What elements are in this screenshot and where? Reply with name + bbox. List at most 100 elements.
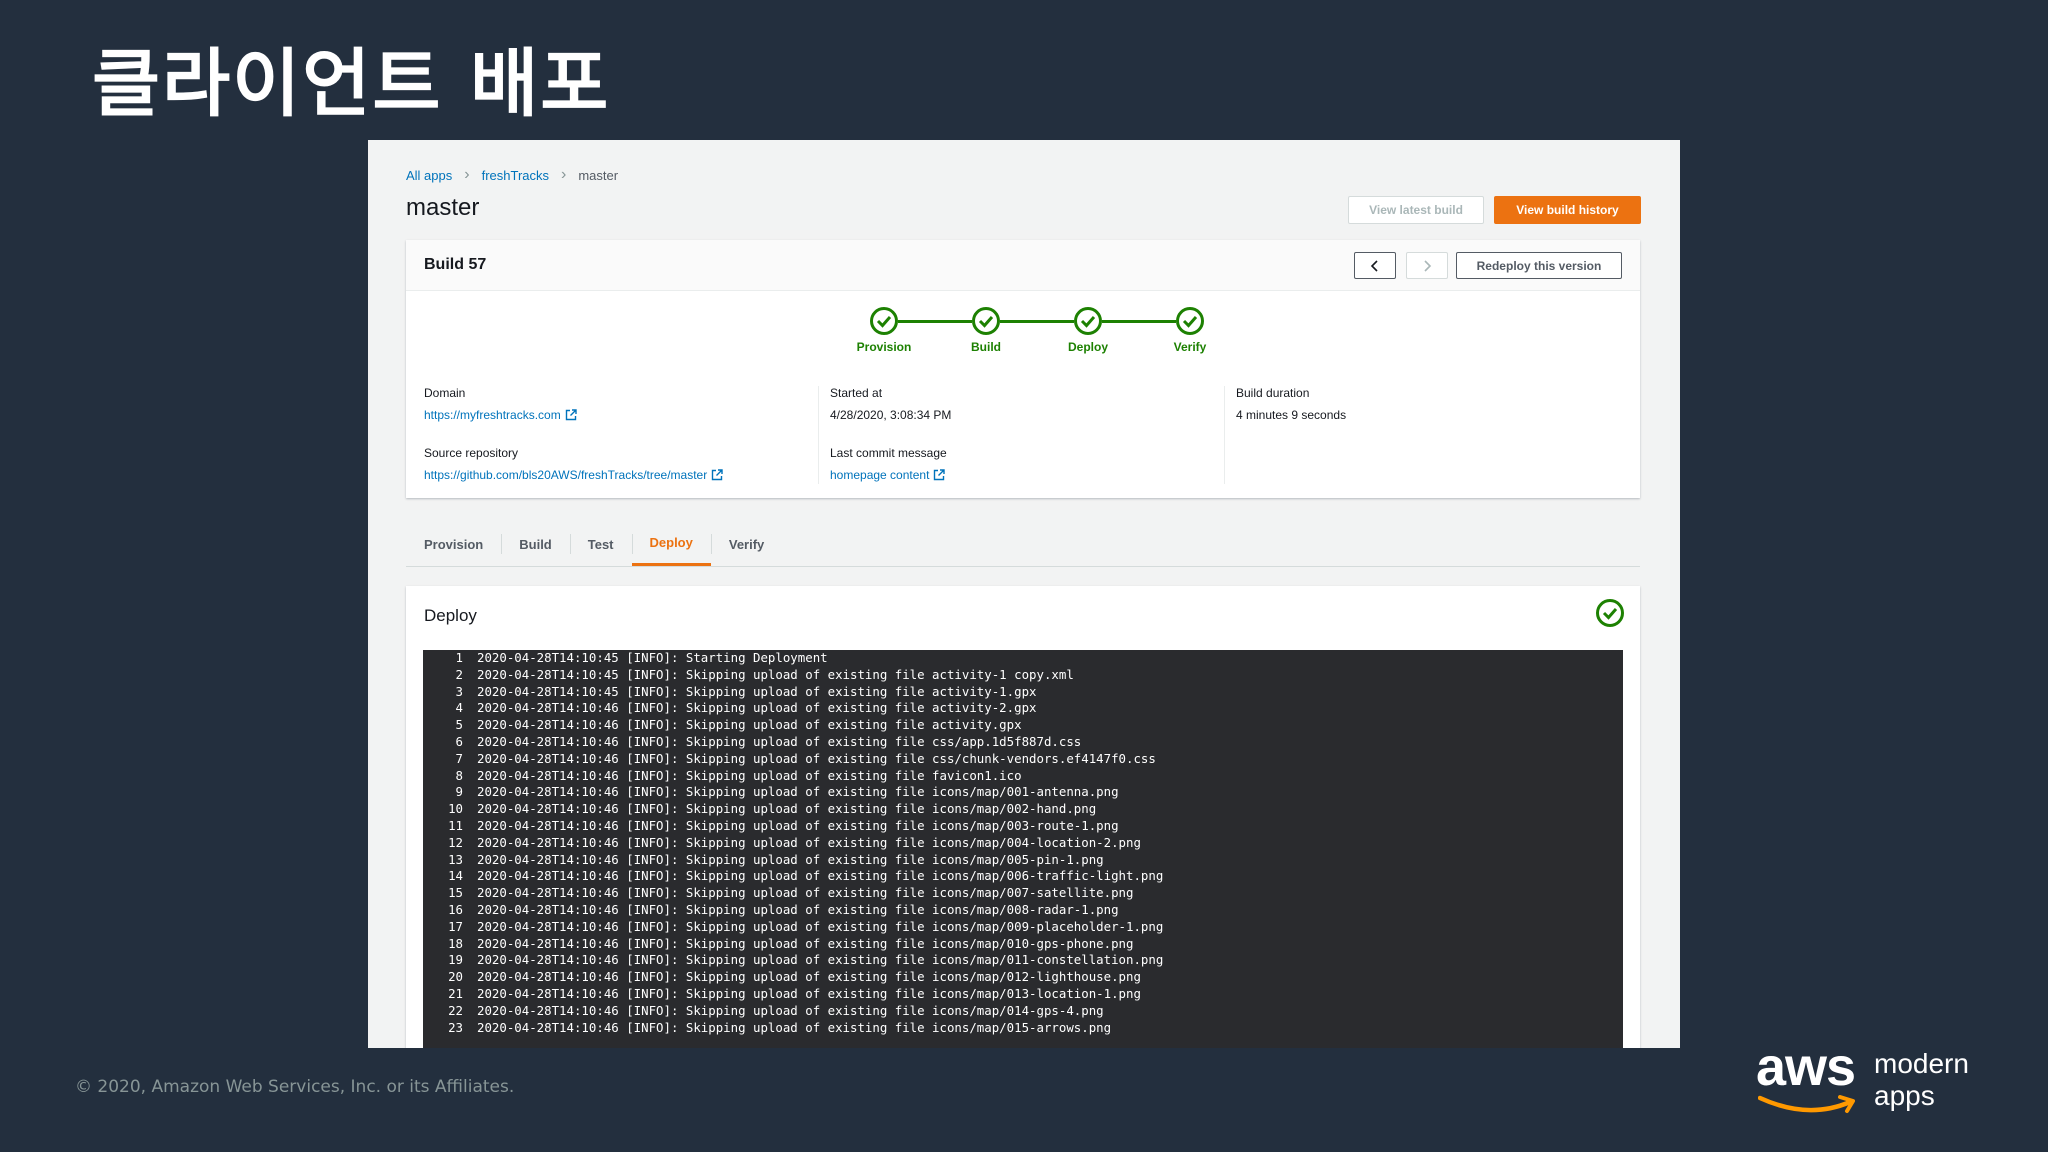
duration-label: Build duration — [1236, 386, 1310, 400]
build-title: Build 57 — [424, 256, 487, 273]
log-text: 2020-04-28T14:10:46 [INFO]: Skipping upl… — [477, 851, 1104, 867]
log-line: 13 2020-04-28T14:10:46 [INFO]: Skipping u… — [423, 852, 1623, 869]
log-text: 2020-04-28T14:10:46 [INFO]: Skipping upl… — [477, 733, 1082, 749]
step-label: Deploy — [1067, 340, 1108, 354]
commit-link[interactable]: homepage content — [830, 468, 1210, 482]
aws-smile-icon — [1758, 1095, 1855, 1113]
commit-label: Last commit message — [830, 446, 947, 460]
tab-provision[interactable]: Provision — [406, 522, 501, 566]
line-number: 9 — [455, 784, 463, 800]
modern-apps-line2: apps — [1874, 1080, 1935, 1111]
domain-link[interactable]: https://myfreshtracks.com — [424, 408, 804, 422]
repo-link[interactable]: https://github.com/bls20AWS/freshTracks/… — [424, 468, 804, 482]
external-link-icon — [934, 469, 946, 481]
info-column-domain: Domain https://myfreshtracks.com Source … — [424, 386, 804, 506]
line-number: 1 — [455, 650, 463, 665]
tab-test[interactable]: Test — [569, 522, 632, 566]
column-divider — [1224, 386, 1225, 484]
log-text: 2020-04-28T14:10:46 [INFO]: Skipping upl… — [477, 1002, 1104, 1018]
tab-deploy[interactable]: Deploy — [631, 522, 711, 566]
view-latest-build-button[interactable]: View latest build — [1348, 196, 1484, 224]
chevron-right-icon — [1424, 259, 1432, 272]
line-number: 16 — [448, 901, 463, 917]
line-number: 20 — [448, 969, 463, 985]
check-circle-icon — [1176, 307, 1204, 335]
check-circle-icon — [972, 307, 1000, 335]
log-line: 8 2020-04-28T14:10:46 [INFO]: Skipping up… — [423, 768, 1623, 785]
duration-value: 4 minutes 9 seconds — [1236, 408, 1347, 422]
log-line: 19 2020-04-28T14:10:46 [INFO]: Skipping u… — [423, 952, 1623, 969]
log-text: 2020-04-28T14:10:46 [INFO]: Skipping upl… — [477, 985, 1141, 1001]
line-number: 19 — [448, 952, 463, 968]
step-build: Build — [936, 306, 1036, 354]
log-line: 16 2020-04-28T14:10:46 [INFO]: Skipping u… — [423, 902, 1623, 919]
previous-build-button[interactable] — [1354, 252, 1396, 279]
tab-build[interactable]: Build — [501, 522, 570, 566]
deploy-title: Deploy — [424, 606, 477, 625]
redeploy-button[interactable]: Redeploy this version — [1456, 252, 1622, 279]
deploy-log-output[interactable]: 1 2020-04-28T14:10:45 [INFO]: Starting De… — [423, 650, 1623, 1048]
log-line: 2 2020-04-28T14:10:45 [INFO]: Skipping up… — [423, 667, 1623, 684]
log-text: 2020-04-28T14:10:46 [INFO]: Skipping upl… — [477, 834, 1141, 850]
line-number: 17 — [448, 918, 463, 934]
log-line: 7 2020-04-28T14:10:46 [INFO]: Skipping up… — [423, 751, 1623, 768]
modern-apps-label: modern apps — [1874, 1048, 1969, 1112]
amplify-console-screenshot: All apps › freshTracks › master master V… — [368, 140, 1680, 1048]
log-text: 2020-04-28T14:10:46 [INFO]: Skipping upl… — [477, 700, 1037, 716]
log-text: 2020-04-28T14:10:46 [INFO]: Skipping upl… — [477, 784, 1119, 800]
breadcrumb-app[interactable]: freshTracks — [482, 168, 549, 183]
build-card-header: Build 57 Redeploy this version — [406, 240, 1640, 291]
line-number: 11 — [448, 817, 463, 833]
step-verify: Verify — [1140, 306, 1240, 354]
next-build-button[interactable] — [1406, 252, 1448, 279]
log-text: 2020-04-28T14:10:46 [INFO]: Skipping upl… — [477, 1019, 1112, 1035]
log-line: 4 2020-04-28T14:10:46 [INFO]: Skipping up… — [423, 700, 1623, 717]
log-text: 2020-04-28T14:10:46 [INFO]: Skipping upl… — [477, 801, 1097, 817]
build-progress-stepper: Provision Build Deploy Verify — [406, 306, 1640, 366]
log-line: 18 2020-04-28T14:10:46 [INFO]: Skipping u… — [423, 936, 1623, 953]
chevron-right-icon: › — [561, 166, 567, 183]
log-text: 2020-04-28T14:10:46 [INFO]: Skipping upl… — [477, 750, 1156, 766]
line-number: 5 — [455, 717, 463, 733]
log-text: 2020-04-28T14:10:46 [INFO]: Skipping upl… — [477, 918, 1164, 934]
line-number: 6 — [455, 733, 463, 749]
repo-value[interactable]: https://github.com/bls20AWS/freshTracks/… — [424, 468, 707, 482]
check-circle-icon — [1074, 307, 1102, 335]
log-line: 21 2020-04-28T14:10:46 [INFO]: Skipping u… — [423, 986, 1623, 1003]
breadcrumb: All apps › freshTracks › master — [406, 166, 618, 184]
info-column-duration: Build duration 4 minutes 9 seconds — [1236, 386, 1616, 446]
step-label: Provision — [856, 340, 912, 354]
line-number: 10 — [448, 801, 463, 817]
started-label: Started at — [830, 386, 883, 400]
view-build-history-button[interactable]: View build history — [1494, 196, 1641, 224]
external-link-icon — [712, 469, 723, 481]
step-label: Verify — [1173, 340, 1207, 354]
line-number: 12 — [448, 834, 463, 850]
log-line: 1 2020-04-28T14:10:45 [INFO]: Starting De… — [423, 650, 1623, 667]
line-number: 8 — [455, 767, 463, 783]
breadcrumb-all-apps[interactable]: All apps — [406, 168, 452, 183]
started-value: 4/28/2020, 3:08:34 PM — [830, 408, 952, 422]
line-number: 21 — [448, 985, 463, 1001]
log-line: 23 2020-04-28T14:10:46 [INFO]: Skipping u… — [423, 1020, 1623, 1037]
slide-title: 클라이언트 배포 — [92, 41, 611, 127]
log-text: 2020-04-28T14:10:46 [INFO]: Skipping upl… — [477, 935, 1134, 951]
repo-label: Source repository — [424, 446, 519, 460]
line-number: 13 — [448, 851, 463, 867]
log-text: 2020-04-28T14:10:46 [INFO]: Skipping upl… — [477, 717, 1022, 733]
log-text: 2020-04-28T14:10:46 [INFO]: Skipping upl… — [477, 952, 1164, 968]
log-text: 2020-04-28T14:10:46 [INFO]: Skipping upl… — [477, 767, 1022, 783]
log-line: 17 2020-04-28T14:10:46 [INFO]: Skipping u… — [423, 919, 1623, 936]
info-column-started: Started at 4/28/2020, 3:08:34 PM Last co… — [830, 386, 1210, 506]
log-line: 12 2020-04-28T14:10:46 [INFO]: Skipping u… — [423, 835, 1623, 852]
log-line: 9 2020-04-28T14:10:46 [INFO]: Skipping up… — [423, 784, 1623, 801]
tab-verify[interactable]: Verify — [710, 522, 782, 566]
chevron-left-icon — [1370, 259, 1378, 272]
check-circle-icon — [870, 307, 898, 335]
log-text: 2020-04-28T14:10:46 [INFO]: Skipping upl… — [477, 817, 1119, 833]
log-text: 2020-04-28T14:10:45 [INFO]: Skipping upl… — [477, 666, 1074, 682]
domain-value[interactable]: https://myfreshtracks.com — [424, 408, 561, 422]
external-link-icon — [565, 409, 577, 421]
commit-value[interactable]: homepage content — [830, 468, 929, 482]
line-number: 15 — [448, 885, 463, 901]
